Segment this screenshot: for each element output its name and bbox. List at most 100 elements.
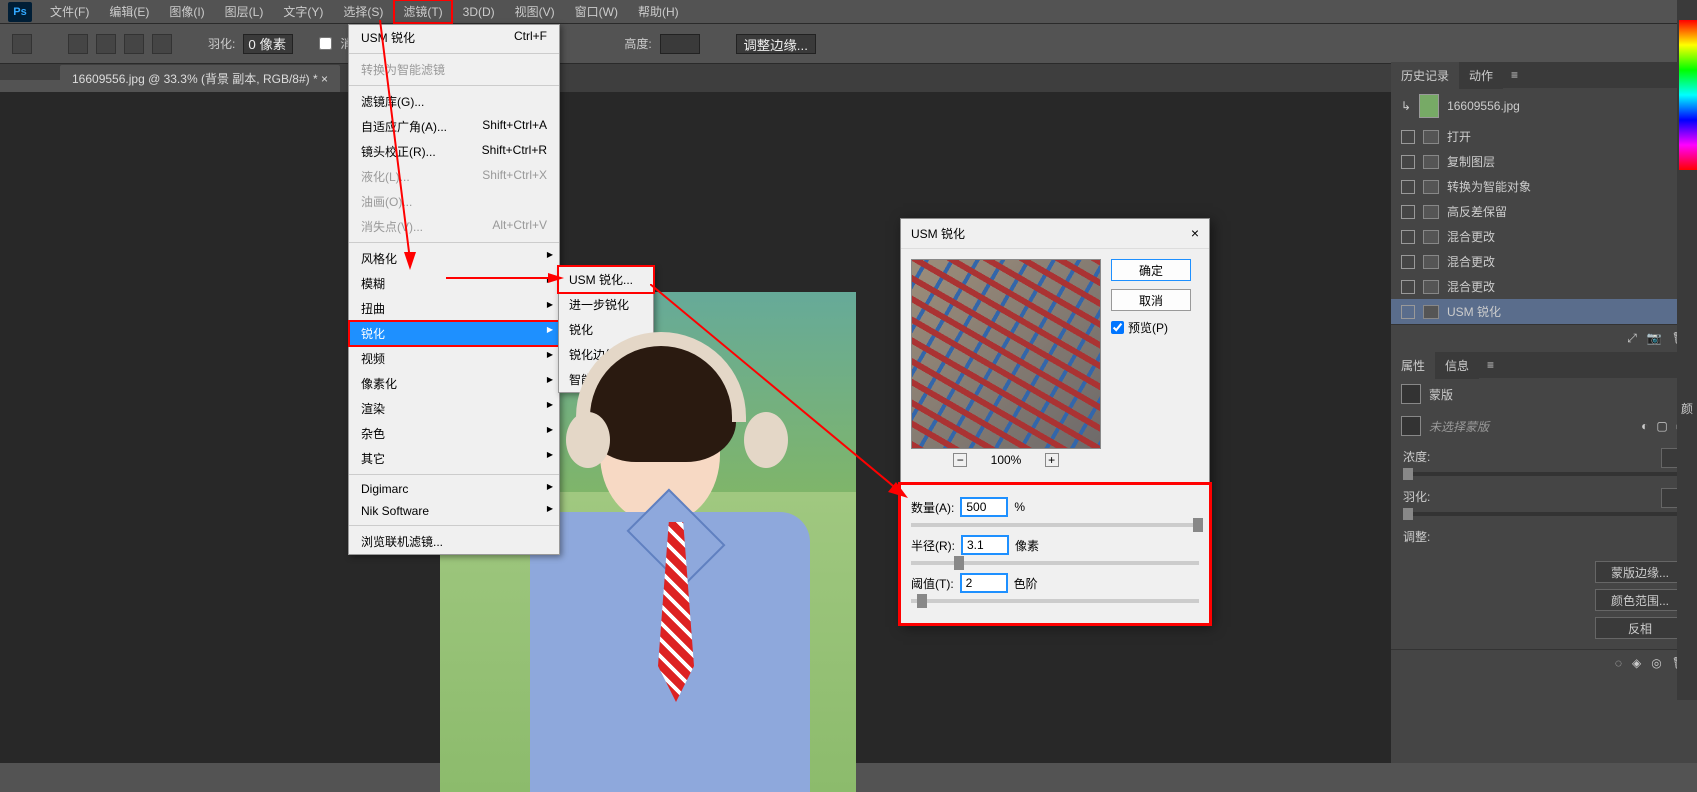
menu-window[interactable]: 窗口(W)	[565, 0, 628, 24]
history-item[interactable]: 复制图层	[1391, 149, 1697, 174]
panel-menu-icon[interactable]: ≡	[1479, 354, 1502, 376]
history-item[interactable]: 混合更改	[1391, 224, 1697, 249]
feather-input[interactable]	[243, 34, 293, 54]
new-snapshot-icon[interactable]: 📷	[1647, 331, 1662, 346]
history-item[interactable]: 打开	[1391, 124, 1697, 149]
menu-image[interactable]: 图像(I)	[159, 0, 214, 24]
combine-sub-icon[interactable]	[124, 34, 144, 54]
history-item[interactable]: 转换为智能对象	[1391, 174, 1697, 199]
menu-filter[interactable]: 滤镜(T)	[393, 0, 452, 24]
color-range-button[interactable]: 颜色范围...	[1595, 589, 1685, 611]
menu-3d[interactable]: 3D(D)	[453, 1, 505, 23]
history-item[interactable]: 混合更改	[1391, 249, 1697, 274]
filter-stylize[interactable]: 风格化	[349, 246, 559, 271]
actions-tab[interactable]: 动作	[1459, 62, 1503, 89]
preview-checkbox-row[interactable]: 预览(P)	[1111, 319, 1191, 336]
filter-video[interactable]: 视频	[349, 346, 559, 371]
properties-panel-footer: ◌ ◈ ◎ 🗑	[1391, 649, 1697, 676]
filter-adaptive[interactable]: 自适应广角(A)...Shift+Ctrl+A	[349, 114, 559, 139]
document-tab[interactable]: 16609556.jpg @ 33.3% (背景 副本, RGB/8#) * ×	[60, 65, 340, 92]
mask-edge-button[interactable]: 蒙版边缘...	[1595, 561, 1685, 583]
filter-browse-online[interactable]: 浏览联机滤镜...	[349, 529, 559, 554]
ps-logo-icon: Ps	[8, 2, 32, 22]
filter-other[interactable]: 其它	[349, 446, 559, 471]
radius-label: 半径(R):	[911, 537, 955, 554]
history-item[interactable]: 高反差保留	[1391, 199, 1697, 224]
radius-slider[interactable]	[911, 561, 1199, 565]
sharpen-usm[interactable]: USM 锐化...	[559, 267, 653, 292]
pixel-mask-icon[interactable]: ◐	[1641, 419, 1648, 433]
collapsed-panel-label[interactable]: 颜	[1677, 400, 1697, 417]
marquee-preset-icon[interactable]	[12, 34, 32, 54]
menu-bar: Ps 文件(F) 编辑(E) 图像(I) 图层(L) 文字(Y) 选择(S) 滤…	[0, 0, 1697, 24]
menu-layer[interactable]: 图层(L)	[215, 0, 274, 24]
dialog-close-icon[interactable]: ×	[1191, 225, 1199, 242]
new-document-from-state-icon[interactable]: ⤢	[1627, 331, 1637, 346]
filter-last[interactable]: USM 锐化Ctrl+F	[349, 25, 559, 50]
filter-menu-dropdown: USM 锐化Ctrl+F 转换为智能滤镜 滤镜库(G)... 自适应广角(A).…	[348, 24, 560, 555]
mask-label: 蒙版	[1429, 386, 1453, 403]
filter-lens[interactable]: 镜头校正(R)...Shift+Ctrl+R	[349, 139, 559, 164]
feather-slider[interactable]	[1403, 512, 1685, 516]
filter-distort[interactable]: 扭曲	[349, 296, 559, 321]
combine-new-icon[interactable]	[68, 34, 88, 54]
menu-edit[interactable]: 编辑(E)	[99, 0, 159, 24]
apply-mask-icon[interactable]: ◈	[1632, 656, 1641, 670]
properties-tab[interactable]: 属性	[1391, 352, 1435, 379]
menu-select[interactable]: 选择(S)	[333, 0, 393, 24]
history-panel-footer: ⤢ 📷 🗑	[1391, 324, 1697, 352]
menu-help[interactable]: 帮助(H)	[628, 0, 689, 24]
filter-vanish[interactable]: 消失点(V)...Alt+Ctrl+V	[349, 214, 559, 239]
filter-oil[interactable]: 油画(O)...	[349, 189, 559, 214]
filter-liquify[interactable]: 液化(L)...Shift+Ctrl+X	[349, 164, 559, 189]
dialog-preview[interactable]	[911, 259, 1101, 449]
cancel-button[interactable]: 取消	[1111, 289, 1191, 311]
amount-input[interactable]	[960, 497, 1008, 517]
filter-pixelate[interactable]: 像素化	[349, 371, 559, 396]
history-item[interactable]: USM 锐化	[1391, 299, 1697, 324]
filter-digimarc[interactable]: Digimarc	[349, 478, 559, 500]
history-item[interactable]: 混合更改	[1391, 274, 1697, 299]
ok-button[interactable]: 确定	[1111, 259, 1191, 281]
combine-add-icon[interactable]	[96, 34, 116, 54]
radius-input[interactable]	[961, 535, 1009, 555]
history-snapshot-row[interactable]: ↳ 16609556.jpg	[1391, 88, 1697, 124]
panel-menu-icon[interactable]: ≡	[1503, 64, 1526, 86]
earcup-right	[744, 412, 788, 468]
sharpen-more[interactable]: 进一步锐化	[559, 292, 653, 317]
combine-intersect-icon[interactable]	[152, 34, 172, 54]
color-swatches-icon[interactable]	[1679, 20, 1697, 170]
dialog-titlebar: USM 锐化 ×	[901, 219, 1209, 249]
filter-render[interactable]: 渲染	[349, 396, 559, 421]
filter-blur[interactable]: 模糊	[349, 271, 559, 296]
threshold-label: 阈值(T):	[911, 575, 954, 592]
filter-noise[interactable]: 杂色	[349, 421, 559, 446]
disable-mask-icon[interactable]: ◎	[1651, 656, 1661, 670]
threshold-slider[interactable]	[911, 599, 1199, 603]
options-bar: 羽化: 消除锯齿 高度: 调整边缘...	[0, 24, 1697, 64]
mask-icon[interactable]	[1401, 384, 1421, 404]
history-tab[interactable]: 历史记录	[1391, 62, 1459, 89]
filter-sharpen[interactable]: 锐化	[349, 321, 559, 346]
menu-file[interactable]: 文件(F)	[40, 0, 99, 24]
zoom-out-button[interactable]: −	[953, 453, 967, 467]
menu-type[interactable]: 文字(Y)	[273, 0, 333, 24]
filter-gallery[interactable]: 滤镜库(G)...	[349, 89, 559, 114]
amount-unit: %	[1014, 500, 1025, 514]
density-slider[interactable]	[1403, 472, 1685, 476]
filter-nik[interactable]: Nik Software	[349, 500, 559, 522]
load-selection-icon[interactable]: ◌	[1615, 656, 1622, 670]
invert-button[interactable]: 反相	[1595, 617, 1685, 639]
antialias-checkbox[interactable]	[319, 37, 332, 50]
threshold-input[interactable]	[960, 573, 1008, 593]
vector-mask-icon[interactable]: ▢	[1656, 419, 1667, 433]
menu-view[interactable]: 视图(V)	[505, 0, 565, 24]
refine-edge-button[interactable]: 调整边缘...	[736, 34, 816, 54]
amount-slider[interactable]	[911, 523, 1199, 527]
preview-checkbox[interactable]	[1111, 321, 1124, 334]
zoom-in-button[interactable]: +	[1045, 453, 1059, 467]
zoom-value: 100%	[991, 453, 1022, 467]
info-tab[interactable]: 信息	[1435, 352, 1479, 379]
history-brush-source-icon[interactable]: ↳	[1401, 99, 1411, 113]
height-input[interactable]	[660, 34, 700, 54]
